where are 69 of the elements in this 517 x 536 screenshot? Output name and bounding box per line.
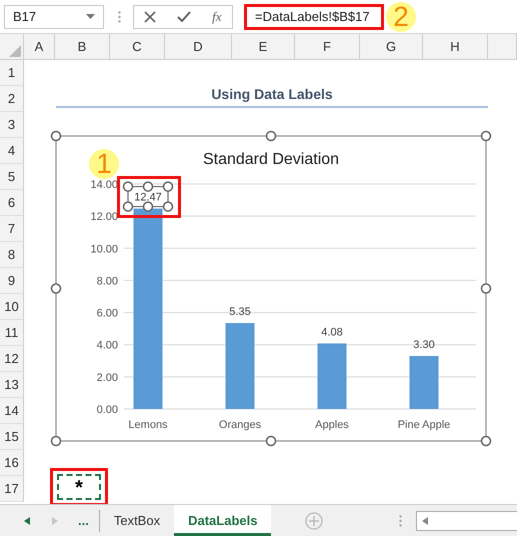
column-header[interactable]: B: [55, 34, 110, 59]
resize-handle[interactable]: [50, 130, 62, 142]
resize-handle[interactable]: [50, 436, 62, 446]
row-header[interactable]: 17: [0, 476, 24, 502]
row-header[interactable]: 9: [0, 268, 24, 294]
row-header[interactable]: 8: [0, 242, 24, 268]
row-header[interactable]: 15: [0, 424, 24, 450]
checkmark-icon[interactable]: [177, 11, 192, 22]
bar: [318, 343, 346, 409]
row-header[interactable]: 7: [0, 216, 24, 242]
bar: [410, 356, 438, 409]
row-header[interactable]: 12: [0, 346, 24, 372]
row-header[interactable]: 14: [0, 398, 24, 424]
axis-label: Lemons: [128, 419, 168, 431]
horizontal-scrollbar[interactable]: [416, 510, 517, 530]
column-header[interactable]: G: [360, 34, 423, 59]
column-header[interactable]: A: [24, 34, 55, 59]
active-cell[interactable]: *: [57, 474, 101, 500]
callout-number: 2: [386, 2, 416, 32]
resize-handle[interactable]: [480, 283, 492, 294]
sheet-heading: Using Data Labels: [56, 86, 488, 108]
resize-handle[interactable]: [266, 130, 276, 142]
axis-label: 10.00: [90, 243, 118, 256]
dropdown-icon: [86, 14, 95, 19]
row-header[interactable]: 4: [0, 138, 24, 164]
chart-title: Standard Deviation: [202, 151, 340, 168]
axis-label: 6.00: [96, 308, 118, 320]
resize-handle[interactable]: [480, 130, 492, 142]
highlight-frame: [117, 176, 181, 218]
column-header[interactable]: D: [165, 34, 232, 59]
data-label[interactable]: 4.08: [321, 326, 343, 338]
axis-label: 2.00: [96, 372, 118, 384]
resize-handle[interactable]: [480, 436, 492, 446]
resize-handle[interactable]: [50, 283, 62, 294]
row-header[interactable]: 16: [0, 450, 24, 476]
axis-label: Apples: [315, 419, 349, 431]
insert-function-button[interactable]: fx: [212, 8, 222, 24]
resize-handle[interactable]: [266, 436, 276, 446]
row-header[interactable]: 6: [0, 190, 24, 216]
column-header[interactable]: H: [423, 34, 488, 59]
data-label[interactable]: 3.30: [413, 338, 435, 351]
scroll-left-icon[interactable]: [24, 516, 30, 524]
row-header[interactable]: 11: [0, 320, 24, 346]
row-header[interactable]: 5: [0, 164, 24, 190]
axis-label: 0.00: [96, 404, 118, 416]
axis-label: 4.00: [96, 340, 118, 352]
axis-label: Pine Apple: [398, 419, 450, 431]
sheet-tab[interactable]: TextBox: [100, 505, 174, 536]
row-header[interactable]: 13: [0, 372, 24, 398]
formula-field[interactable]: =DataLabels!$B$17: [244, 4, 384, 30]
axis-label: 12.00: [90, 211, 118, 224]
row-header[interactable]: 2: [0, 86, 24, 112]
more-sheets-button[interactable]: ...: [78, 513, 89, 528]
row-header[interactable]: 1: [0, 60, 24, 86]
scroll-left-icon[interactable]: [422, 516, 428, 524]
drag-handle-icon: [399, 514, 402, 526]
axis-label: 14.00: [90, 179, 118, 191]
name-box[interactable]: B17: [4, 4, 104, 28]
row-header[interactable]: 3: [0, 112, 24, 138]
column-header[interactable]: C: [110, 34, 165, 59]
data-label[interactable]: 5.35: [229, 306, 251, 318]
row-header[interactable]: 10: [0, 294, 24, 320]
sheet-tab[interactable]: DataLabels: [174, 505, 272, 536]
column-header[interactable]: E: [232, 34, 295, 59]
axis-label: 8.00: [96, 275, 118, 288]
close-icon[interactable]: [144, 10, 156, 22]
axis-label: Oranges: [218, 419, 262, 431]
drag-handle-icon: [118, 10, 121, 22]
column-header[interactable]: F: [295, 34, 360, 59]
